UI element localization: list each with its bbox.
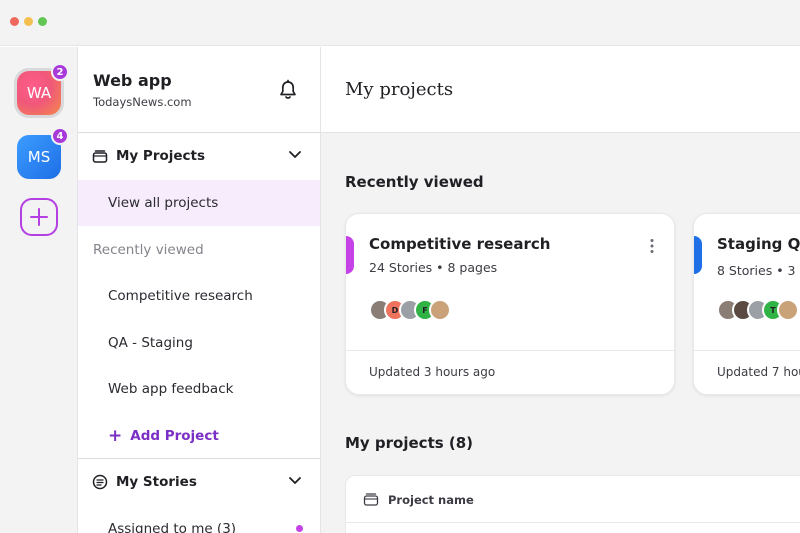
section-label: My Stories (116, 474, 197, 490)
workspace-rail: WA 2 MS 4 (0, 47, 78, 533)
card-title: Competitive research (369, 235, 551, 253)
sidebar-item-label: Competitive research (108, 288, 253, 304)
card-accent (346, 236, 354, 274)
projects-table-header: Project name (345, 475, 800, 523)
sidebar-item-qa-staging[interactable]: QA - Staging (78, 320, 320, 366)
recently-viewed-label: Recently viewed (93, 242, 204, 258)
chevron-down-icon (289, 151, 301, 158)
window-minimize-button[interactable] (24, 17, 33, 26)
window-maximize-button[interactable] (38, 17, 47, 26)
recently-viewed-heading: Recently viewed (345, 173, 484, 191)
bell-icon[interactable] (278, 79, 298, 101)
sidebar-item-competitive-research[interactable]: Competitive research (78, 273, 320, 319)
main-content: My projects Recently viewed Competitive … (321, 47, 800, 533)
sidebar-item-label: View all projects (108, 195, 219, 211)
app-name: Web app (93, 71, 172, 90)
plus-icon: + (108, 425, 123, 446)
sidebar-item-label: Assigned to me (3) (108, 521, 237, 533)
stories-icon (92, 474, 108, 490)
card-updated: Updated 3 hours ago (369, 365, 496, 379)
folder-stack-icon (363, 493, 379, 506)
workspace-ms[interactable]: MS 4 (17, 127, 69, 179)
add-project-button[interactable]: + Add Project (108, 426, 219, 446)
avatar-group: T (717, 299, 799, 323)
table-row (345, 523, 800, 533)
avatar-group: D F (369, 299, 451, 323)
folder-stack-icon (92, 150, 108, 163)
my-projects-section-toggle[interactable]: My Projects (78, 133, 320, 179)
sidebar-item-assigned-to-me[interactable]: Assigned to me (3) (78, 506, 320, 533)
project-card-staging-qa[interactable]: Staging QA 8 Stories • 3 p T Updated 7 h… (693, 213, 800, 395)
main-header: My projects (321, 47, 800, 133)
card-accent (694, 236, 702, 274)
card-title: Staging QA (717, 235, 800, 253)
sidebar-item-web-app-feedback[interactable]: Web app feedback (78, 366, 320, 412)
workspace-initials: WA (26, 84, 52, 102)
project-card-competitive-research[interactable]: Competitive research 24 Stories • 8 page… (345, 213, 675, 395)
add-project-label: Add Project (130, 428, 219, 444)
section-label: My Projects (116, 148, 206, 164)
notification-badge: 2 (51, 63, 69, 81)
sidebar-item-view-all-projects[interactable]: View all projects (78, 180, 320, 226)
workspace-wa[interactable]: WA 2 (17, 63, 69, 115)
card-updated: Updated 7 hou (717, 365, 800, 379)
page-title: My projects (345, 79, 454, 100)
card-meta: 8 Stories • 3 p (717, 263, 800, 278)
avatar (777, 299, 799, 321)
avatar (429, 299, 451, 321)
my-stories-section-toggle[interactable]: My Stories (78, 459, 320, 505)
more-options-icon[interactable] (649, 238, 655, 254)
column-header-project-name[interactable]: Project name (388, 493, 474, 507)
chevron-down-icon (289, 477, 301, 484)
window-close-button[interactable] (10, 17, 19, 26)
card-divider (346, 350, 674, 351)
sidebar-item-label: Web app feedback (108, 381, 234, 397)
card-meta: 24 Stories • 8 pages (369, 260, 498, 275)
app-domain: TodaysNews.com (93, 95, 192, 109)
card-divider (694, 350, 800, 351)
workspace-initials: MS (27, 148, 51, 166)
sidebar: Web app TodaysNews.com My Projects View … (78, 47, 321, 533)
unread-indicator (296, 525, 303, 532)
window-titlebar (0, 0, 800, 46)
plus-icon (30, 208, 48, 226)
notification-badge: 4 (51, 127, 69, 145)
sidebar-item-label: QA - Staging (108, 335, 193, 351)
my-projects-heading: My projects (8) (345, 434, 474, 452)
add-workspace-button[interactable] (20, 198, 58, 236)
sidebar-header: Web app TodaysNews.com (78, 47, 320, 133)
